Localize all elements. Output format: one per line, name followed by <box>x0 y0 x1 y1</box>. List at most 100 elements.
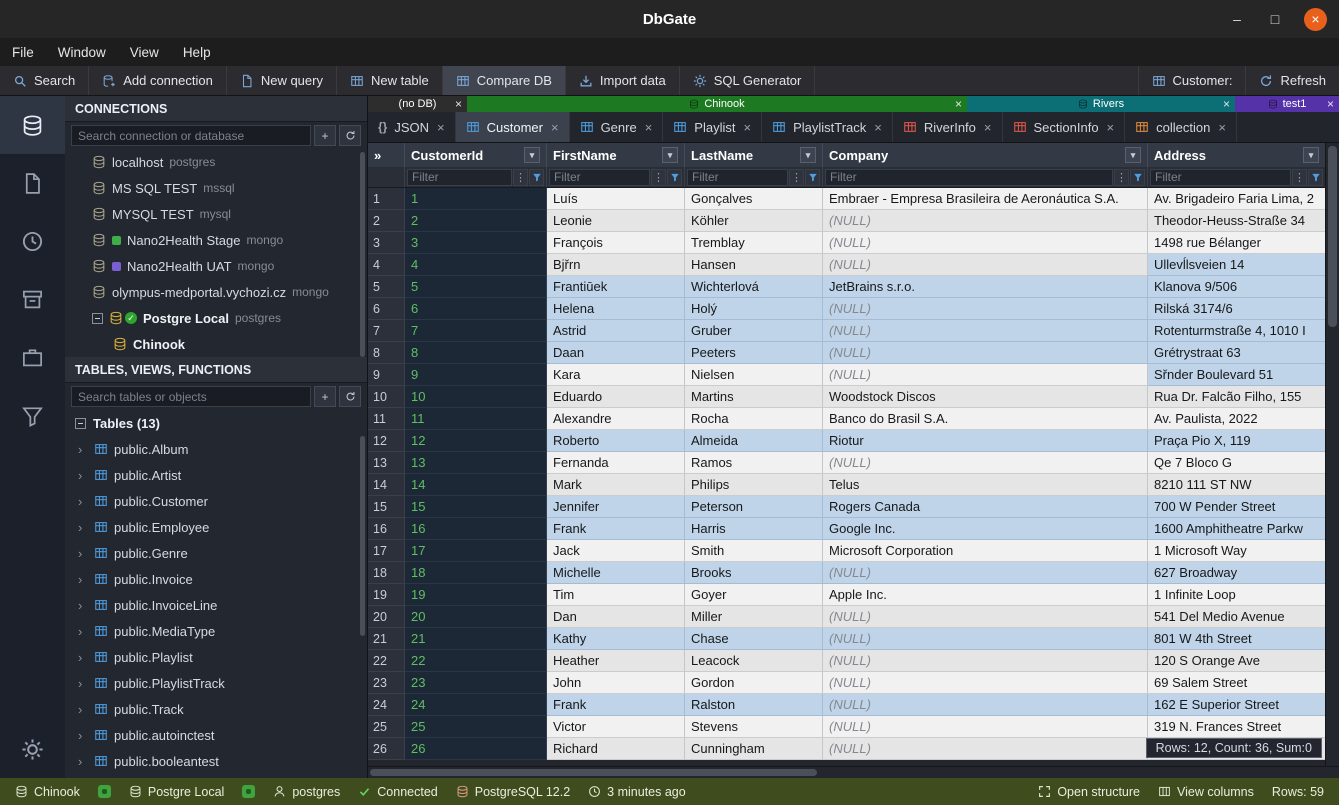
connection-item-olympus-medportal-vychozi-cz[interactable]: olympus-medportal.vychozi.czmongo <box>65 279 367 305</box>
table-item-public-artist[interactable]: ›public.Artist <box>65 462 367 488</box>
cell-customerid[interactable]: 7 <box>405 320 547 342</box>
table-row[interactable]: 1818MichelleBrooks(NULL)627 Broadway <box>368 562 1325 584</box>
row-number[interactable]: 17 <box>368 540 405 562</box>
cell-lastname[interactable]: Peterson <box>685 496 823 518</box>
toolbar-button-refresh[interactable]: Refresh <box>1245 66 1339 95</box>
cell-lastname[interactable]: Philips <box>685 474 823 496</box>
row-number[interactable]: 22 <box>368 650 405 672</box>
close-button[interactable]: × <box>1304 8 1327 31</box>
cell-firstname[interactable]: Tim <box>547 584 685 606</box>
tab-collection[interactable]: collection× <box>1125 112 1237 142</box>
tables-group-row[interactable]: Tables (13) <box>65 410 367 436</box>
cell-customerid[interactable]: 19 <box>405 584 547 606</box>
close-icon[interactable]: × <box>1107 120 1115 135</box>
column-header-lastname[interactable]: LastName▾ <box>685 143 823 167</box>
table-row[interactable]: 77AstridGruber(NULL)Rotenturmstraße 4, 1… <box>368 320 1325 342</box>
close-icon[interactable]: × <box>455 97 462 111</box>
add-table-small-button[interactable]: + <box>314 386 336 407</box>
cell-company[interactable]: (NULL) <box>823 210 1148 232</box>
cell-firstname[interactable]: Roberto <box>547 430 685 452</box>
expand-chevron-icon[interactable]: › <box>78 494 88 509</box>
funnel-icon[interactable] <box>1308 169 1323 186</box>
row-number[interactable]: 14 <box>368 474 405 496</box>
cell-customerid[interactable]: 17 <box>405 540 547 562</box>
cell-address[interactable]: Klanova 9/506 <box>1148 276 1325 298</box>
filter-input[interactable] <box>1150 169 1291 186</box>
connection-item-ms-sql-test[interactable]: MS SQL TESTmssql <box>65 175 367 201</box>
table-item-public-mediatype[interactable]: ›public.MediaType <box>65 618 367 644</box>
cell-lastname[interactable]: Gonçalves <box>685 188 823 210</box>
sidebar-item-filter[interactable] <box>0 386 65 444</box>
table-row[interactable]: 1616FrankHarrisGoogle Inc.1600 Amphithea… <box>368 518 1325 540</box>
cell-lastname[interactable]: Hansen <box>685 254 823 276</box>
cell-company[interactable]: (NULL) <box>823 716 1148 738</box>
close-icon[interactable]: × <box>1327 97 1334 111</box>
cell-address[interactable]: Rua Dr. Falcão Filho, 155 <box>1148 386 1325 408</box>
table-row[interactable]: 22LeonieKöhler(NULL)Theodor-Heuss-Straße… <box>368 210 1325 232</box>
tab-group--no-db-[interactable]: (no DB)× <box>368 96 467 112</box>
cell-address[interactable]: Sřnder Boulevard 51 <box>1148 364 1325 386</box>
table-row[interactable]: 55FrantiūekWichterlováJetBrains s.r.o.Kl… <box>368 276 1325 298</box>
cell-company[interactable]: JetBrains s.r.o. <box>823 276 1148 298</box>
row-number[interactable]: 3 <box>368 232 405 254</box>
cell-firstname[interactable]: Frank <box>547 694 685 716</box>
cell-lastname[interactable]: Miller <box>685 606 823 628</box>
tab-customer[interactable]: Customer× <box>456 112 570 142</box>
cell-firstname[interactable]: Helena <box>547 298 685 320</box>
cell-lastname[interactable]: Wichterlová <box>685 276 823 298</box>
cell-lastname[interactable]: Leacock <box>685 650 823 672</box>
cell-firstname[interactable]: Victor <box>547 716 685 738</box>
tables-search-input[interactable] <box>71 386 311 407</box>
menu-item-window[interactable]: Window <box>46 38 118 66</box>
cell-address[interactable]: 700 W Pender Street <box>1148 496 1325 518</box>
cell-firstname[interactable]: Luís <box>547 188 685 210</box>
refresh-tables-button[interactable] <box>339 386 361 407</box>
cell-company[interactable]: (NULL) <box>823 738 1148 760</box>
cell-customerid[interactable]: 16 <box>405 518 547 540</box>
close-icon[interactable]: × <box>955 97 962 111</box>
sidebar-item-briefcase[interactable] <box>0 328 65 386</box>
connections-scrollbar[interactable] <box>360 152 365 357</box>
funnel-icon[interactable] <box>529 169 544 186</box>
row-number[interactable]: 15 <box>368 496 405 518</box>
cell-address[interactable]: 8210 111 ST NW <box>1148 474 1325 496</box>
maximize-button[interactable]: □ <box>1266 11 1284 27</box>
row-number[interactable]: 18 <box>368 562 405 584</box>
table-item-public-customer[interactable]: ›public.Customer <box>65 488 367 514</box>
cell-firstname[interactable]: Kathy <box>547 628 685 650</box>
cell-company[interactable]: (NULL) <box>823 342 1148 364</box>
close-icon[interactable]: × <box>437 120 445 135</box>
cell-lastname[interactable]: Ralston <box>685 694 823 716</box>
row-number[interactable]: 23 <box>368 672 405 694</box>
menu-item-file[interactable]: File <box>0 38 46 66</box>
column-header-firstname[interactable]: FirstName▾ <box>547 143 685 167</box>
table-row[interactable]: 1717JackSmithMicrosoft Corporation1 Micr… <box>368 540 1325 562</box>
row-number[interactable]: 25 <box>368 716 405 738</box>
refresh-connections-button[interactable] <box>339 125 361 146</box>
column-header-customerid[interactable]: CustomerId▾ <box>405 143 547 167</box>
cell-address[interactable]: 319 N. Frances Street <box>1148 716 1325 738</box>
toolbar-button-add-connection[interactable]: Add connection <box>89 66 227 95</box>
close-icon[interactable]: × <box>1218 120 1226 135</box>
close-icon[interactable]: × <box>984 120 992 135</box>
cell-address[interactable]: Qe 7 Bloco G <box>1148 452 1325 474</box>
cell-company[interactable]: Rogers Canada <box>823 496 1148 518</box>
column-header-company[interactable]: Company▾ <box>823 143 1148 167</box>
cell-address[interactable]: Rotenturmstraße 4, 1010 I <box>1148 320 1325 342</box>
cell-lastname[interactable]: Gruber <box>685 320 823 342</box>
cell-customerid[interactable]: 6 <box>405 298 547 320</box>
cell-firstname[interactable]: Leonie <box>547 210 685 232</box>
expand-chevron-icon[interactable]: › <box>78 624 88 639</box>
cell-company[interactable]: (NULL) <box>823 562 1148 584</box>
expand-columns-button[interactable]: » <box>368 143 405 167</box>
minimize-button[interactable]: – <box>1228 11 1246 27</box>
cell-customerid[interactable]: 20 <box>405 606 547 628</box>
cell-company[interactable]: Riotur <box>823 430 1148 452</box>
cell-company[interactable]: (NULL) <box>823 232 1148 254</box>
column-dropdown-icon[interactable]: ▾ <box>524 147 540 163</box>
row-number[interactable]: 7 <box>368 320 405 342</box>
filter-input[interactable] <box>825 169 1113 186</box>
cell-lastname[interactable]: Harris <box>685 518 823 540</box>
cell-address[interactable]: Theodor-Heuss-Straße 34 <box>1148 210 1325 232</box>
row-number[interactable]: 24 <box>368 694 405 716</box>
